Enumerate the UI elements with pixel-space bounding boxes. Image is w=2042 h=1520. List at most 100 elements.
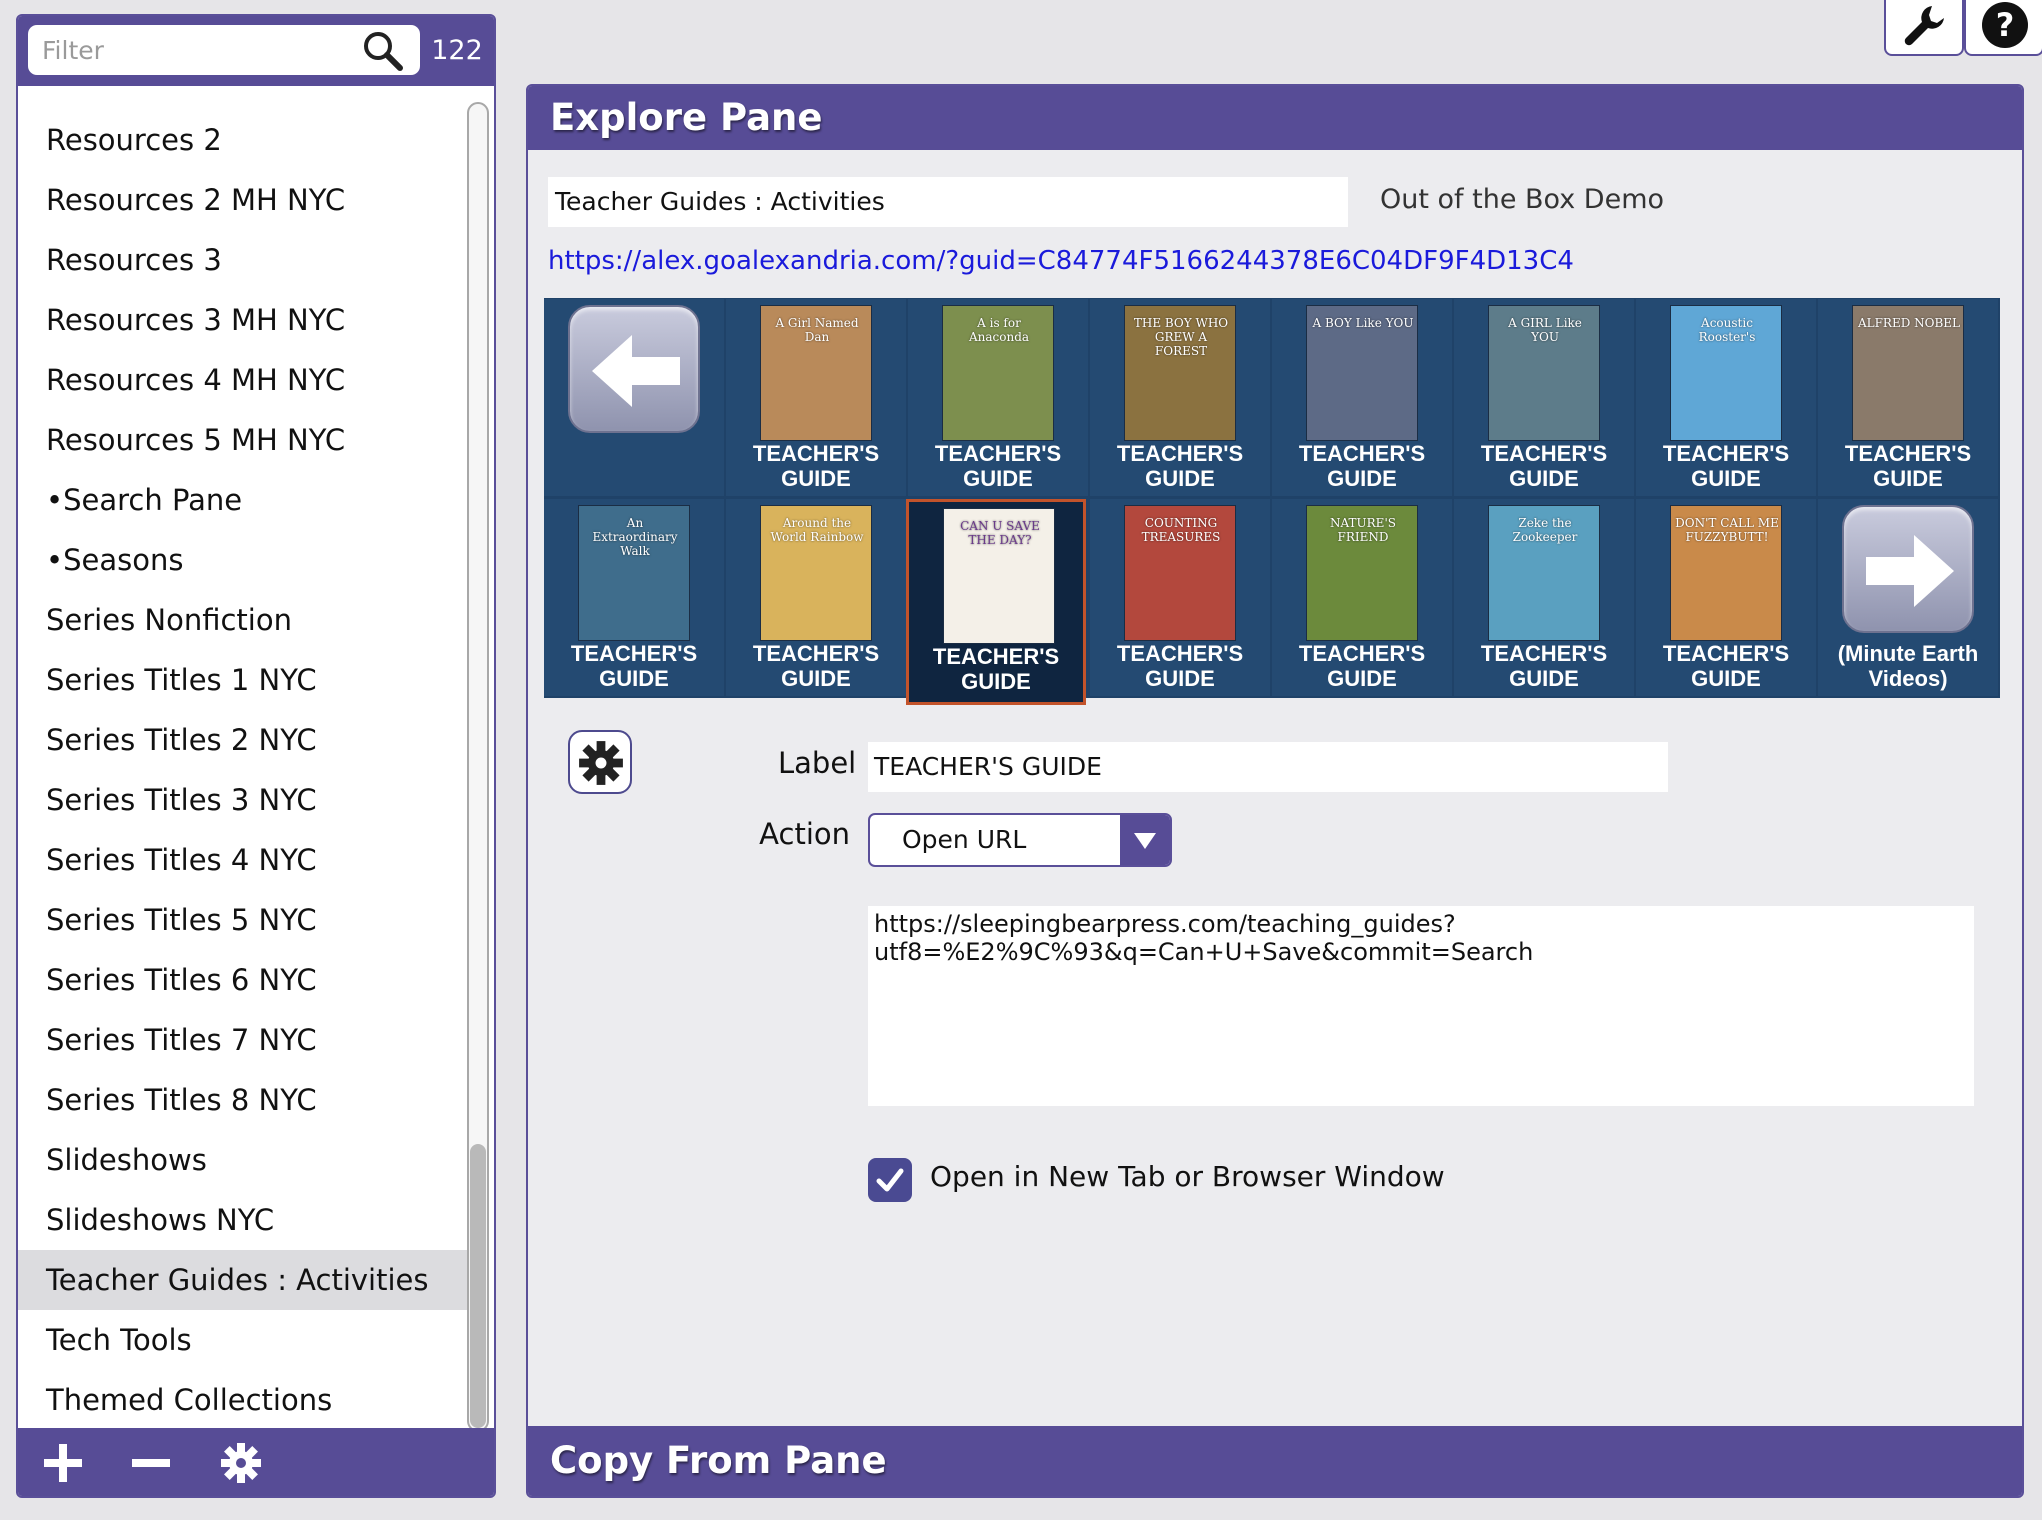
tile-label-line: TEACHER'S: [1116, 641, 1244, 666]
gear-icon[interactable]: [220, 1442, 262, 1484]
back-tile[interactable]: [544, 299, 724, 496]
book-cover-title: A Girl Named Dan: [775, 316, 859, 344]
list-item[interactable]: Slideshows NYC: [18, 1190, 470, 1250]
guide-tile[interactable]: ALFRED NOBEL TEACHER'S GUIDE: [1818, 299, 1998, 496]
guide-tile[interactable]: COUNTING TREASURES TEACHER'S GUIDE: [1090, 499, 1270, 696]
tile-label-line: GUIDE: [1691, 666, 1761, 691]
tile-label: TEACHER'S GUIDE: [1636, 441, 1816, 491]
search-icon[interactable]: [362, 30, 404, 72]
list-item[interactable]: Series Titles 8 NYC: [18, 1070, 470, 1130]
list-item[interactable]: Series Titles 1 NYC: [18, 650, 470, 710]
list-item[interactable]: Resources 3: [18, 230, 470, 290]
book-cover-image: CAN U SAVE THE DAY?: [943, 508, 1055, 644]
result-count: 122: [431, 35, 483, 66]
tile-label-line: TEACHER'S: [1298, 441, 1426, 466]
svg-text:?: ?: [1996, 6, 2015, 44]
tile-label-line: TEACHER'S: [1298, 641, 1426, 666]
tile-label-line: GUIDE: [963, 466, 1033, 491]
plus-icon[interactable]: [42, 1442, 84, 1484]
collection-guid-link[interactable]: https://alex.goalexandria.com/?guid=C847…: [548, 246, 1574, 276]
list-item[interactable]: Series Titles 4 NYC: [18, 830, 470, 890]
tile-label: TEACHER'S GUIDE: [726, 441, 906, 491]
guide-tile[interactable]: A Girl Named Dan TEACHER'S GUIDE: [726, 299, 906, 496]
guide-tile[interactable]: A GIRL Like YOU TEACHER'S GUIDE: [1454, 299, 1634, 496]
list-item[interactable]: Resources 3 MH NYC: [18, 290, 470, 350]
tile-label: TEACHER'S GUIDE: [1454, 641, 1634, 691]
list-item[interactable]: Series Titles 7 NYC: [18, 1010, 470, 1070]
action-dropdown[interactable]: Open URL: [868, 813, 1172, 867]
list-item[interactable]: Resources 2 MH NYC: [18, 170, 470, 230]
list-item[interactable]: Resources 2: [18, 110, 470, 170]
guide-tile[interactable]: Acoustic Rooster's TEACHER'S GUIDE: [1636, 299, 1816, 496]
guide-tile[interactable]: Around the World Rainbow TEACHER'S GUIDE: [726, 499, 906, 696]
new-tab-checkbox[interactable]: [868, 1158, 912, 1202]
guide-tile[interactable]: NATURE'S FRIEND TEACHER'S GUIDE: [1272, 499, 1452, 696]
label-caption: Label: [778, 746, 857, 780]
list-scrollbar[interactable]: [467, 102, 489, 1432]
book-cover-image: THE BOY WHO GREW A FOREST: [1124, 305, 1236, 441]
copy-from-pane-header[interactable]: Copy From Pane: [528, 1426, 2022, 1496]
list-item[interactable]: Resources 5 MH NYC: [18, 410, 470, 470]
tile-label-line: GUIDE: [1145, 666, 1215, 691]
list-item[interactable]: Resources 4 MH NYC: [18, 350, 470, 410]
book-cover-title: DON'T CALL ME FUZZYBUTT!: [1675, 516, 1779, 544]
tile-label-line: TEACHER'S: [1662, 441, 1790, 466]
tile-label-line: GUIDE: [781, 466, 851, 491]
collection-path-field[interactable]: Teacher Guides : Activities: [548, 177, 1348, 227]
guide-tile[interactable]: Zeke the Zookeeper TEACHER'S GUIDE: [1454, 499, 1634, 696]
guide-tile[interactable]: THE BOY WHO GREW A FOREST TEACHER'S GUIDE: [1090, 299, 1270, 496]
guide-tile[interactable]: DON'T CALL ME FUZZYBUTT! TEACHER'S GUIDE: [1636, 499, 1816, 696]
guide-tile[interactable]: A BOY Like YOU TEACHER'S GUIDE: [1272, 299, 1452, 496]
chevron-down-icon[interactable]: [1120, 815, 1170, 865]
tile-label-line: GUIDE: [1509, 466, 1579, 491]
help-button[interactable]: ?: [1964, 0, 2042, 56]
book-cover-image: A Girl Named Dan: [760, 305, 872, 441]
tile-label-line: GUIDE: [1145, 466, 1215, 491]
list-item[interactable]: Themed Collections: [18, 1370, 470, 1430]
list-item[interactable]: •Seasons: [18, 530, 470, 590]
action-caption: Action: [759, 817, 850, 851]
list-item[interactable]: Series Titles 6 NYC: [18, 950, 470, 1010]
url-textarea[interactable]: https://sleepingbearpress.com/teaching_g…: [868, 906, 1974, 1106]
tile-label-line: Videos): [1868, 666, 1948, 691]
book-cover-title: THE BOY WHO GREW A FOREST: [1133, 316, 1229, 358]
list-item[interactable]: Series Titles 2 NYC: [18, 710, 470, 770]
guide-tile[interactable]: CAN U SAVE THE DAY? TEACHER'S GUIDE: [906, 499, 1086, 705]
list-item[interactable]: Teacher Guides : Activities: [18, 1250, 470, 1310]
guide-tile[interactable]: An Extraordinary Walk TEACHER'S GUIDE: [544, 499, 724, 696]
book-cover-image: A GIRL Like YOU: [1488, 305, 1600, 441]
guide-tile[interactable]: A is for Anaconda TEACHER'S GUIDE: [908, 299, 1088, 496]
list-item[interactable]: •Search Pane: [18, 470, 470, 530]
new-tab-label: Open in New Tab or Browser Window: [930, 1160, 1445, 1193]
settings-tool-button[interactable]: [1884, 0, 1964, 56]
tile-label: TEACHER'S GUIDE: [1636, 641, 1816, 691]
tile-label-line: GUIDE: [1691, 466, 1761, 491]
list-header: 122: [18, 16, 494, 86]
scrollbar-thumb[interactable]: [470, 1144, 486, 1428]
tile-label-line: GUIDE: [1327, 666, 1397, 691]
book-cover-title: Around the World Rainbow: [770, 516, 864, 544]
book-cover-image: Zeke the Zookeeper: [1488, 505, 1600, 641]
tile-label: TEACHER'S GUIDE: [726, 641, 906, 691]
arrow-left-icon: [568, 305, 700, 433]
book-cover-title: COUNTING TREASURES: [1141, 516, 1221, 544]
tile-label: TEACHER'S GUIDE: [1454, 441, 1634, 491]
gear-icon: [578, 740, 624, 790]
list-item[interactable]: Series Nonfiction: [18, 590, 470, 650]
tile-settings-button[interactable]: [568, 730, 632, 794]
list-item[interactable]: Series Titles 5 NYC: [18, 890, 470, 950]
book-cover-title: A BOY Like YOU: [1312, 316, 1414, 330]
list-item[interactable]: Slideshows: [18, 1130, 470, 1190]
book-cover-image: ALFRED NOBEL: [1852, 305, 1964, 441]
book-cover-image: Around the World Rainbow: [760, 505, 872, 641]
tile-label: TEACHER'S GUIDE: [1272, 441, 1452, 491]
tile-label: TEACHER'S GUIDE: [1090, 441, 1270, 491]
collection-list[interactable]: Resources 2 Resources 2 MH NYC Resources 3…: [18, 86, 494, 1442]
label-input[interactable]: TEACHER'S GUIDE: [868, 742, 1668, 792]
tile-label-line: GUIDE: [1327, 466, 1397, 491]
tile-label-line: GUIDE: [1873, 466, 1943, 491]
forward-tile[interactable]: (Minute Earth Videos): [1818, 499, 1998, 696]
list-item[interactable]: Tech Tools: [18, 1310, 470, 1370]
list-item[interactable]: Series Titles 3 NYC: [18, 770, 470, 830]
minus-icon[interactable]: [130, 1442, 172, 1484]
